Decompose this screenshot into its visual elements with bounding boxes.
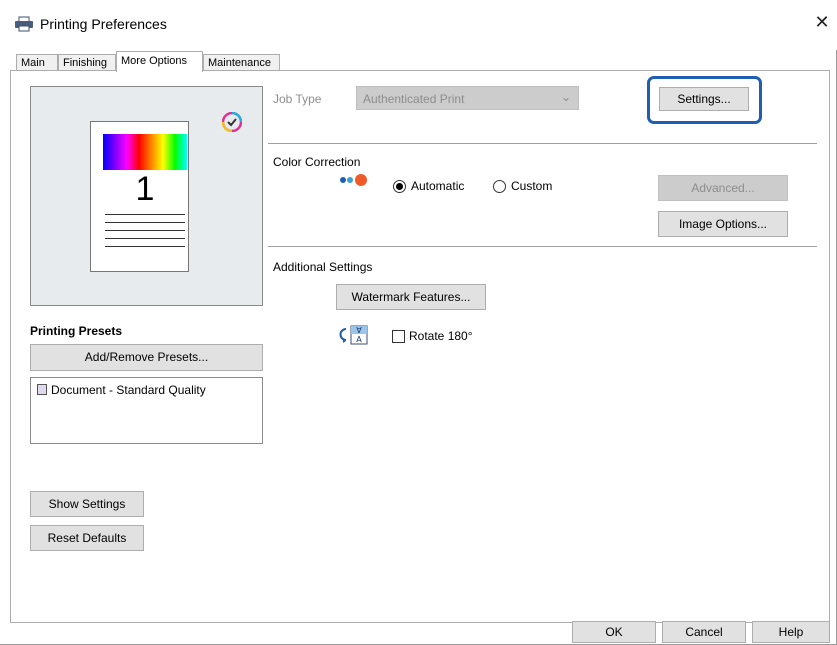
radio-automatic-label: Automatic — [411, 179, 465, 193]
preset-label: Document - Standard Quality — [51, 383, 206, 397]
preview-page: 1 — [90, 121, 189, 272]
tab-finishing[interactable]: Finishing — [58, 54, 116, 71]
image-options-button[interactable]: Image Options... — [658, 211, 788, 237]
radio-custom-label: Custom — [511, 179, 553, 193]
show-settings-button[interactable]: Show Settings — [30, 491, 144, 517]
ok-button[interactable]: OK — [572, 621, 656, 643]
document-preset-icon — [37, 384, 47, 395]
svg-text:A: A — [356, 335, 362, 344]
color-dots-icon — [339, 173, 369, 187]
tab-maintenance[interactable]: Maintenance — [203, 54, 280, 71]
title-bar: Printing Preferences ✕ — [0, 0, 837, 50]
job-type-label: Job Type — [273, 92, 322, 106]
chevron-down-icon: ⌄ — [561, 90, 572, 104]
help-button[interactable]: Help — [752, 621, 830, 643]
cancel-button[interactable]: Cancel — [662, 621, 746, 643]
color-check-icon — [221, 111, 243, 133]
job-type-select[interactable]: Authenticated Print ⌄ — [356, 86, 579, 110]
rotate-180-label: Rotate 180° — [409, 329, 473, 343]
presets-list[interactable]: Document - Standard Quality — [30, 377, 263, 444]
color-correction-label: Color Correction — [273, 155, 361, 169]
radio-automatic[interactable] — [393, 180, 406, 193]
reset-defaults-button[interactable]: Reset Defaults — [30, 525, 144, 551]
divider-2 — [268, 246, 817, 247]
radio-custom[interactable] — [493, 180, 506, 193]
list-item[interactable]: Document - Standard Quality — [37, 383, 206, 397]
settings-button[interactable]: Settings... — [659, 87, 749, 111]
color-strip — [103, 134, 187, 170]
text-lines — [105, 214, 185, 247]
window-title: Printing Preferences — [40, 16, 167, 32]
close-icon[interactable]: ✕ — [812, 12, 832, 32]
job-type-value: Authenticated Print — [363, 92, 465, 106]
printer-icon — [14, 16, 34, 32]
divider-1 — [268, 143, 817, 144]
printing-presets-heading: Printing Presets — [30, 324, 123, 338]
additional-settings-label: Additional Settings — [273, 260, 373, 274]
advanced-button[interactable]: Advanced... — [658, 175, 788, 201]
svg-text:A: A — [356, 325, 362, 334]
add-remove-presets-button[interactable]: Add/Remove Presets... — [30, 344, 263, 371]
watermark-features-button[interactable]: Watermark Features... — [336, 284, 486, 310]
rotate-icon: A A — [337, 325, 371, 345]
tab-main[interactable]: Main — [16, 54, 58, 71]
preview-page-number: 1 — [135, 170, 155, 208]
tab-more-options[interactable]: More Options — [116, 51, 203, 72]
rotate-180-checkbox[interactable] — [392, 330, 405, 343]
